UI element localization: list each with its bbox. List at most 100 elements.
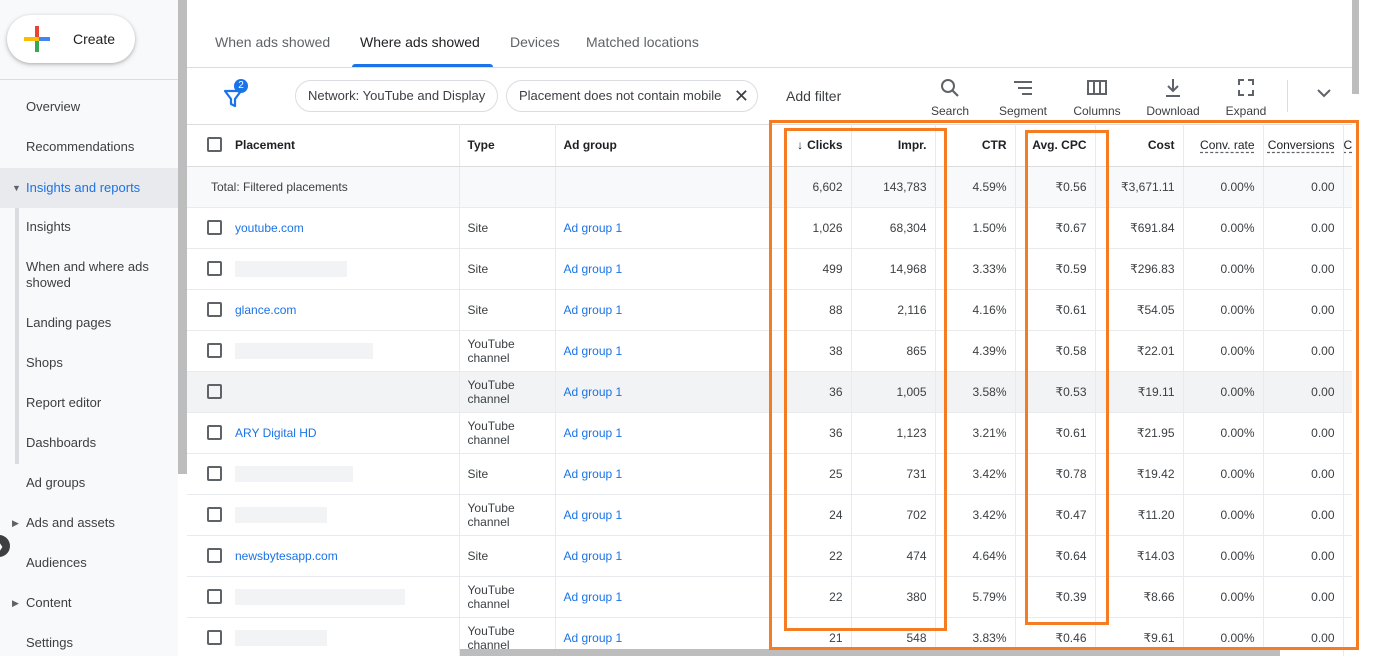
row-checkbox[interactable] bbox=[207, 507, 222, 523]
sidebar-item-shops[interactable]: Shops bbox=[0, 355, 178, 375]
create-button[interactable]: Create bbox=[7, 15, 135, 63]
row-checkbox[interactable] bbox=[207, 384, 222, 400]
row-checkbox[interactable] bbox=[207, 343, 222, 359]
type-cell: YouTube channel bbox=[459, 412, 556, 454]
close-icon[interactable]: ✕ bbox=[734, 81, 749, 111]
type-cell: Site bbox=[459, 207, 556, 249]
placement-link[interactable]: glance.com bbox=[235, 303, 296, 317]
redacted-placement bbox=[235, 342, 373, 359]
highlight-box-clicks-impr bbox=[784, 128, 947, 631]
filter-chip-network[interactable]: Network: YouTube and Display bbox=[295, 80, 498, 112]
placement-cell bbox=[235, 576, 460, 618]
sidebar-item-audiences[interactable]: Audiences bbox=[0, 555, 178, 575]
select-all-checkbox[interactable] bbox=[207, 137, 222, 153]
ad-group-link[interactable]: Ad group 1 bbox=[564, 303, 623, 317]
sidebar-item-insights[interactable]: Insights bbox=[0, 219, 178, 239]
ad-group-link[interactable]: Ad group 1 bbox=[564, 426, 623, 440]
ad-group-link[interactable]: Ad group 1 bbox=[564, 590, 623, 604]
ad-group-cell: Ad group 1 bbox=[555, 289, 772, 331]
horizontal-scrollbar[interactable] bbox=[460, 649, 1280, 656]
row-select-cell bbox=[187, 453, 235, 495]
row-select-cell bbox=[187, 371, 235, 413]
sidebar-item-recommendations[interactable]: Recommendations bbox=[0, 139, 178, 159]
row-checkbox[interactable] bbox=[207, 261, 222, 277]
filter-bar: 2 Network: YouTube and Display Placement… bbox=[187, 68, 1352, 125]
type-cell: YouTube channel bbox=[459, 330, 556, 372]
row-select-cell bbox=[187, 494, 235, 536]
sidebar-item-ads-and-assets[interactable]: ▶ Ads and assets bbox=[0, 515, 178, 535]
type-cell: Site bbox=[459, 535, 556, 577]
collapse-sidebar-icon[interactable]: ❯ bbox=[0, 535, 10, 557]
type-cell: YouTube channel bbox=[459, 494, 556, 536]
placement-cell bbox=[235, 371, 460, 413]
ad-group-link[interactable]: Ad group 1 bbox=[564, 631, 623, 645]
ad-group-cell: Ad group 1 bbox=[555, 330, 772, 372]
tab-where-ads-showed[interactable]: Where ads showed bbox=[360, 34, 480, 50]
placement-cell: ARY Digital HD bbox=[235, 412, 460, 454]
row-checkbox[interactable] bbox=[207, 466, 222, 482]
sidebar-item-overview[interactable]: Overview bbox=[0, 99, 178, 119]
sidebar-item-report-editor[interactable]: Report editor bbox=[0, 395, 178, 415]
ad-group-link[interactable]: Ad group 1 bbox=[564, 549, 623, 563]
filter-chip-placement[interactable]: Placement does not contain mobile ✕ bbox=[506, 80, 758, 112]
ad-group-cell: Ad group 1 bbox=[555, 412, 772, 454]
add-filter-button[interactable]: Add filter bbox=[786, 88, 841, 104]
caret-right-icon: ▶ bbox=[12, 598, 19, 608]
header-type[interactable]: Type bbox=[459, 124, 556, 167]
placement-cell bbox=[235, 617, 460, 656]
type-cell: Site bbox=[459, 248, 556, 290]
page-scrollbar[interactable] bbox=[1352, 0, 1359, 94]
submenu-indicator bbox=[15, 208, 19, 464]
ad-group-link[interactable]: Ad group 1 bbox=[564, 467, 623, 481]
row-select-cell bbox=[187, 330, 235, 372]
toolbar-divider bbox=[1287, 80, 1288, 112]
sidebar-item-settings[interactable]: Settings bbox=[0, 635, 178, 655]
segment-icon bbox=[1014, 81, 1032, 95]
placement-cell bbox=[235, 494, 460, 536]
type-cell: Site bbox=[459, 289, 556, 331]
tab-matched-locations[interactable]: Matched locations bbox=[586, 34, 699, 50]
sidebar-item-when-and-where[interactable]: When and where ads showed ❯ bbox=[0, 259, 178, 557]
sidebar-item-content[interactable]: ▶ Content bbox=[0, 595, 178, 615]
header-ad-group[interactable]: Ad group bbox=[555, 124, 772, 167]
row-select-cell bbox=[187, 412, 235, 454]
row-select-cell bbox=[187, 207, 235, 249]
download-button[interactable]: Download bbox=[1133, 76, 1213, 118]
columns-button[interactable]: Columns bbox=[1057, 76, 1137, 118]
tab-devices[interactable]: Devices bbox=[510, 34, 560, 50]
redacted-placement bbox=[235, 588, 405, 605]
ad-group-link[interactable]: Ad group 1 bbox=[564, 508, 623, 522]
tab-when-ads-showed[interactable]: When ads showed bbox=[215, 34, 330, 50]
sidebar-item-insights-and-reports[interactable]: ▼ Insights and reports bbox=[0, 168, 178, 208]
search-button[interactable]: Search bbox=[910, 76, 990, 118]
segment-button[interactable]: Segment bbox=[983, 76, 1063, 118]
expand-button[interactable]: Expand bbox=[1206, 76, 1286, 118]
sidebar-item-dashboards[interactable]: Dashboards bbox=[0, 435, 178, 455]
placement-cell bbox=[235, 248, 460, 290]
row-select-cell bbox=[187, 535, 235, 577]
ad-group-cell: Ad group 1 bbox=[555, 494, 772, 536]
placement-link[interactable]: ARY Digital HD bbox=[235, 426, 317, 440]
row-checkbox[interactable] bbox=[207, 220, 222, 236]
row-select-cell bbox=[187, 617, 235, 656]
row-checkbox[interactable] bbox=[207, 302, 222, 318]
ad-group-link[interactable]: Ad group 1 bbox=[564, 385, 623, 399]
placement-link[interactable]: youtube.com bbox=[235, 221, 304, 235]
ad-group-link[interactable]: Ad group 1 bbox=[564, 262, 623, 276]
sidebar-scrollbar[interactable] bbox=[178, 0, 187, 474]
sidebar-item-landing-pages[interactable]: Landing pages bbox=[0, 315, 178, 335]
chevron-down-icon[interactable] bbox=[1315, 84, 1333, 102]
row-checkbox[interactable] bbox=[207, 589, 222, 605]
redacted-placement bbox=[235, 465, 353, 482]
search-icon bbox=[941, 79, 959, 97]
row-select-cell bbox=[187, 248, 235, 290]
sidebar-item-ad-groups[interactable]: Ad groups bbox=[0, 475, 178, 495]
row-checkbox[interactable] bbox=[207, 425, 222, 441]
placement-link[interactable]: newsbytesapp.com bbox=[235, 549, 338, 563]
header-placement[interactable]: Placement bbox=[235, 124, 460, 167]
ad-group-link[interactable]: Ad group 1 bbox=[564, 344, 623, 358]
ad-group-cell: Ad group 1 bbox=[555, 207, 772, 249]
ad-group-link[interactable]: Ad group 1 bbox=[564, 221, 623, 235]
row-checkbox[interactable] bbox=[207, 630, 222, 646]
row-checkbox[interactable] bbox=[207, 548, 222, 564]
